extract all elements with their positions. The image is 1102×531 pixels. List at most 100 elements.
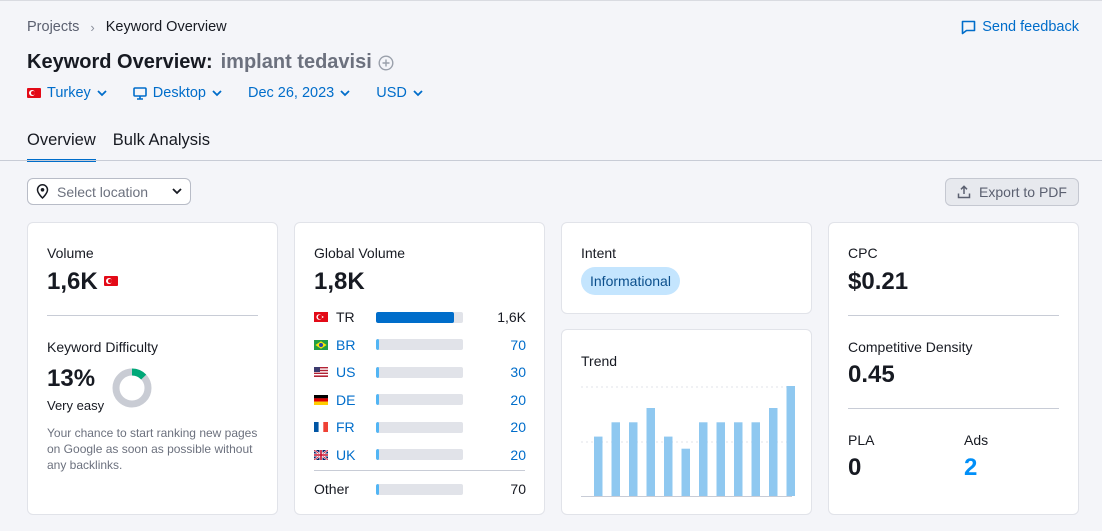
- trend-bar[interactable]: [681, 448, 691, 496]
- other-value: 70: [510, 481, 526, 497]
- pla-value: 0: [848, 454, 862, 481]
- country-dropdown[interactable]: Turkey: [27, 85, 107, 101]
- volume-label: Volume: [47, 245, 94, 261]
- country-label: Turkey: [47, 85, 91, 101]
- country-volume[interactable]: 70: [510, 337, 526, 353]
- volume-bar-fill: [376, 311, 455, 323]
- country-volume[interactable]: 20: [510, 447, 526, 463]
- chevron-down-icon: [172, 188, 182, 195]
- keyword-difficulty-label: Keyword Difficulty: [47, 339, 159, 355]
- country-volume[interactable]: 30: [510, 364, 526, 380]
- trend-bar[interactable]: [646, 408, 656, 496]
- country-code[interactable]: UK: [336, 447, 376, 463]
- country-code[interactable]: DE: [336, 392, 376, 408]
- add-to-list-icon[interactable]: [378, 54, 394, 71]
- tabs-divider: [0, 160, 1102, 161]
- divider: [848, 315, 1059, 316]
- page-title: Keyword Overview: implant tedavisi: [27, 51, 394, 74]
- chevron-down-icon: [97, 89, 107, 96]
- volume-card: Volume 1,6K Keyword Difficulty 13% Very …: [27, 222, 278, 515]
- other-bar: [376, 483, 463, 495]
- trend-label: Trend: [581, 353, 618, 369]
- ads-label: Ads: [964, 432, 989, 448]
- export-to-pdf-button[interactable]: Export to PDF: [945, 178, 1079, 206]
- volume-bar-fill: [376, 339, 380, 350]
- date-dropdown[interactable]: Dec 26, 2023: [248, 85, 350, 101]
- trend-bar[interactable]: [716, 422, 726, 496]
- global-volume-row: FR 20: [314, 418, 526, 436]
- other-bar-fill: [376, 483, 380, 495]
- other-label: Other: [314, 481, 350, 497]
- location-pin-icon: [36, 184, 49, 199]
- cpc-label: CPC: [848, 245, 878, 261]
- competitive-density-value: 0.45: [848, 361, 895, 388]
- page-title-keyword: implant tedavisi: [220, 51, 372, 73]
- volume-bar: [376, 421, 463, 433]
- trend-bar[interactable]: [629, 422, 638, 496]
- country-volume[interactable]: 20: [510, 392, 526, 408]
- device-dropdown[interactable]: Desktop: [132, 85, 222, 101]
- tab-overview[interactable]: Overview: [27, 131, 96, 162]
- turkey-flag-icon: [27, 88, 41, 98]
- desktop-icon: [132, 86, 147, 100]
- tab-bulk-analysis[interactable]: Bulk Analysis: [113, 131, 210, 162]
- keyword-difficulty-level: Very easy: [47, 398, 105, 413]
- trend-chart: [581, 386, 796, 497]
- divider: [47, 315, 258, 316]
- global-volume-row-other: Other 70: [314, 480, 526, 498]
- breadcrumb-projects-link[interactable]: Projects: [27, 19, 79, 35]
- export-icon: [957, 185, 971, 199]
- volume-bar: [376, 449, 463, 460]
- global-volume-row: BR 70: [314, 336, 526, 354]
- trend-bar[interactable]: [751, 422, 761, 496]
- trend-bar[interactable]: [699, 422, 708, 496]
- trend-bar[interactable]: [734, 422, 743, 496]
- keyword-difficulty-donut: [112, 368, 152, 408]
- send-feedback-label: Send feedback: [982, 19, 1079, 35]
- volume-bar-fill: [376, 394, 379, 405]
- page-title-prefix: Keyword Overview:: [27, 51, 213, 73]
- country-volume: 1,6K: [497, 309, 526, 325]
- tr-flag-icon: [314, 312, 330, 322]
- volume-bar-fill: [376, 366, 379, 378]
- trend-bar[interactable]: [769, 408, 778, 496]
- device-label: Desktop: [152, 85, 206, 101]
- global-volume-card: Global Volume 1,8K TR 1,6K BR 70 US 30 DE 20 FR 2…: [294, 222, 545, 515]
- trend-bar[interactable]: [611, 422, 621, 496]
- country-code[interactable]: FR: [336, 419, 376, 435]
- send-feedback-link[interactable]: Send feedback: [961, 19, 1079, 35]
- intent-label: Intent: [581, 245, 617, 261]
- cpc-card: CPC $0.21 Competitive Density 0.45 PLA 0…: [828, 222, 1079, 515]
- divider: [848, 408, 1059, 409]
- volume-bar: [376, 366, 463, 378]
- volume-bar: [376, 394, 463, 405]
- global-volume-value: 1,8K: [314, 268, 365, 295]
- uk-flag-icon: [314, 449, 330, 460]
- export-label: Export to PDF: [979, 184, 1067, 200]
- country-volume[interactable]: 20: [510, 419, 526, 435]
- select-location-placeholder: Select location: [57, 183, 149, 200]
- country-code[interactable]: US: [336, 364, 376, 380]
- de-flag-icon: [314, 394, 330, 405]
- filter-bar: Turkey Desktop Dec 26, 2023 USD: [27, 85, 449, 101]
- breadcrumb-current: Keyword Overview: [105, 19, 227, 35]
- competitive-density-label: Competitive Density: [848, 339, 973, 355]
- br-flag-icon: [314, 339, 330, 350]
- intent-badge[interactable]: Informational: [581, 267, 680, 295]
- select-location-dropdown[interactable]: Select location: [27, 178, 191, 205]
- chevron-down-icon: [212, 89, 222, 96]
- trend-bar[interactable]: [786, 386, 796, 496]
- trend-bar[interactable]: [664, 436, 673, 496]
- country-code: TR: [336, 309, 355, 325]
- global-volume-label: Global Volume: [314, 245, 406, 261]
- volume-bar-fill: [376, 421, 379, 433]
- trend-card: Trend: [561, 329, 812, 515]
- currency-label: USD: [376, 85, 407, 101]
- currency-dropdown[interactable]: USD: [376, 85, 423, 101]
- ads-value[interactable]: 2: [964, 454, 977, 482]
- country-code[interactable]: BR: [336, 337, 376, 353]
- cpc-value: $0.21: [848, 268, 909, 295]
- keyword-difficulty-value: 13%: [47, 365, 96, 392]
- trend-bar[interactable]: [594, 436, 603, 496]
- volume-bar: [376, 311, 463, 323]
